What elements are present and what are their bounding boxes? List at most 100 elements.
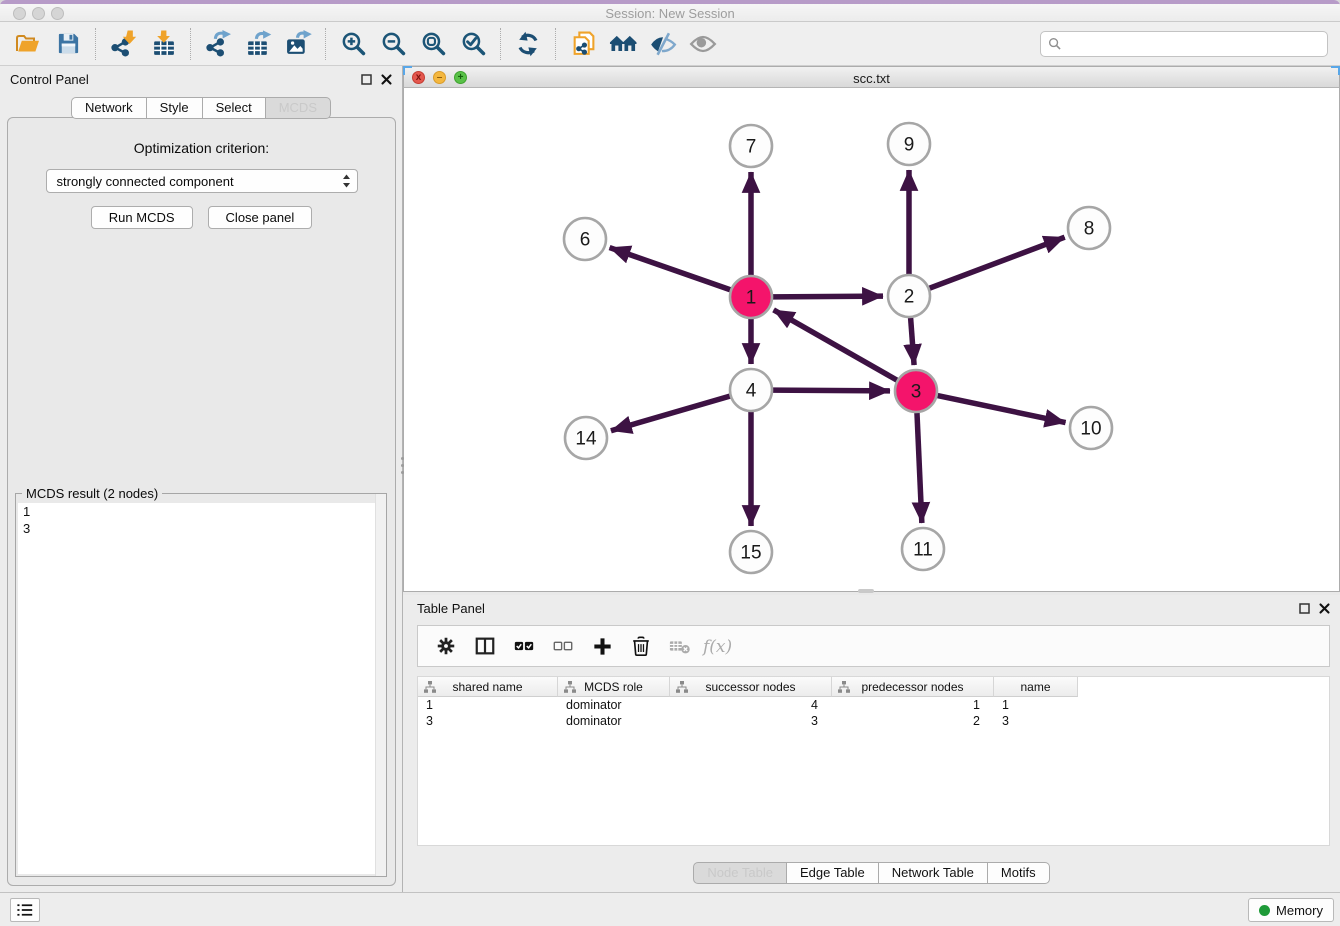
delete-rows-button[interactable]: [623, 629, 659, 663]
graph-edge-2-3[interactable]: [911, 318, 914, 365]
tab-motifs[interactable]: Motifs: [988, 862, 1050, 884]
search-input[interactable]: [1066, 34, 1327, 54]
graph-node-6[interactable]: 6: [564, 218, 606, 260]
function-builder-button[interactable]: f(x): [701, 629, 737, 663]
open-session-button[interactable]: [8, 25, 48, 63]
table-panel-tabs: Node TableEdge TableNetwork TableMotifs: [403, 862, 1340, 884]
import-table-button[interactable]: [143, 25, 183, 63]
table-row[interactable]: 3dominator323: [418, 713, 1329, 729]
tab-style[interactable]: Style: [147, 97, 203, 119]
table-cell[interactable]: dominator: [558, 697, 670, 713]
criterion-dropdown[interactable]: strongly connected component: [46, 169, 358, 193]
vertical-splitter-handle[interactable]: [399, 453, 405, 487]
zoom-out-button[interactable]: [373, 25, 413, 63]
graph-edge-1-6[interactable]: [610, 248, 731, 290]
graph-edge-4-14[interactable]: [611, 396, 730, 431]
zoom-selected-button[interactable]: [453, 25, 493, 63]
save-session-button[interactable]: [48, 25, 88, 63]
zoom-fit-button[interactable]: [413, 25, 453, 63]
run-mcds-button[interactable]: Run MCDS: [91, 206, 193, 229]
tab-select[interactable]: Select: [203, 97, 266, 119]
node-table-body: 1dominator4113dominator323: [418, 697, 1329, 729]
network-canvas-svg[interactable]: 7 9 6 8 1 2 4 3 14 10 15 11: [404, 88, 1339, 591]
table-cell[interactable]: 1: [994, 697, 1078, 713]
table-cell[interactable]: 1: [832, 697, 994, 713]
table-cell[interactable]: 3: [418, 713, 558, 729]
search-icon: [1048, 37, 1061, 50]
graph-node-8[interactable]: 8: [1068, 207, 1110, 249]
tab-network[interactable]: Network: [71, 97, 147, 119]
svg-text:4: 4: [746, 381, 757, 402]
select-all-button[interactable]: [506, 629, 542, 663]
column-header-predecessor-nodes[interactable]: predecessor nodes: [832, 677, 994, 697]
memory-label: Memory: [1276, 903, 1323, 918]
zoom-selected-icon: [460, 30, 487, 57]
apply-layout-button[interactable]: [508, 25, 548, 63]
graph-node-4[interactable]: 4: [730, 369, 772, 411]
table-cell[interactable]: 3: [994, 713, 1078, 729]
column-header-successor-nodes[interactable]: successor nodes: [670, 677, 832, 697]
graph-node-14[interactable]: 14: [565, 417, 607, 459]
hide-panels-button[interactable]: [643, 25, 683, 63]
export-table-button[interactable]: [238, 25, 278, 63]
table-cell[interactable]: dominator: [558, 713, 670, 729]
svg-text:f(x): f(x): [702, 637, 732, 657]
nested-networks-button[interactable]: [603, 25, 643, 63]
import-network-button[interactable]: [103, 25, 143, 63]
table-cell[interactable]: 2: [832, 713, 994, 729]
tab-mcds[interactable]: MCDS: [266, 97, 331, 119]
graph-node-15[interactable]: 15: [730, 531, 772, 573]
memory-button[interactable]: Memory: [1248, 898, 1334, 922]
graph-node-3[interactable]: 3: [895, 370, 937, 412]
tab-node-table[interactable]: Node Table: [693, 862, 787, 884]
graph-edge-4-3[interactable]: [773, 390, 890, 391]
delete-table-icon: [668, 635, 692, 657]
task-history-button[interactable]: [10, 898, 40, 922]
export-image-button[interactable]: [278, 25, 318, 63]
graph-edge-2-8[interactable]: [930, 237, 1065, 288]
column-header-MCDS-role[interactable]: MCDS role: [558, 677, 670, 697]
tab-network-table[interactable]: Network Table: [879, 862, 988, 884]
graph-node-2[interactable]: 2: [888, 275, 930, 317]
split-pane-icon: [474, 635, 496, 657]
table-cell[interactable]: 4: [670, 697, 832, 713]
table-cell[interactable]: 1: [418, 697, 558, 713]
deselect-all-button[interactable]: [545, 629, 581, 663]
graph-node-7[interactable]: 7: [730, 125, 772, 167]
graph-edge-1-2[interactable]: [773, 296, 883, 297]
search-field[interactable]: [1040, 31, 1328, 57]
graph-node-1[interactable]: 1: [730, 276, 772, 318]
close-panel-button[interactable]: [380, 73, 392, 85]
graph-edge-3-10[interactable]: [938, 396, 1066, 423]
result-scrollbar[interactable]: [375, 494, 386, 876]
horizontal-splitter-handle[interactable]: [858, 589, 874, 593]
table-settings-button[interactable]: [428, 629, 464, 663]
network-canvas[interactable]: 7 9 6 8 1 2 4 3 14 10 15 11: [403, 88, 1340, 592]
graph-edge-3-11[interactable]: [917, 413, 922, 523]
graph-edge-3-1[interactable]: [774, 310, 897, 380]
mcds-result-list[interactable]: 13: [18, 503, 384, 874]
graph-node-11[interactable]: 11: [902, 528, 944, 570]
export-network-button[interactable]: [198, 25, 238, 63]
tab-edge-table[interactable]: Edge Table: [787, 862, 879, 884]
inactive-eye-button[interactable]: [683, 25, 723, 63]
graph-node-9[interactable]: 9: [888, 123, 930, 165]
network-window-titlebar[interactable]: x – + scc.txt: [403, 66, 1340, 88]
graph-node-10[interactable]: 10: [1070, 407, 1112, 449]
delete-table-button[interactable]: [662, 629, 698, 663]
clone-network-button[interactable]: [563, 25, 603, 63]
close-table-panel-button[interactable]: [1318, 602, 1330, 614]
svg-text:10: 10: [1080, 419, 1101, 440]
table-cell[interactable]: 3: [670, 713, 832, 729]
column-header-shared-name[interactable]: shared name: [418, 677, 558, 697]
float-table-panel-button[interactable]: [1298, 602, 1310, 614]
column-header-name[interactable]: name: [994, 677, 1078, 697]
float-panel-button[interactable]: [360, 73, 372, 85]
table-row[interactable]: 1dominator411: [418, 697, 1329, 713]
export-table-icon: [245, 30, 272, 57]
close-panel-push-button[interactable]: Close panel: [208, 206, 313, 229]
split-view-button[interactable]: [467, 629, 503, 663]
tree-icon: [676, 681, 688, 693]
add-row-button[interactable]: [584, 629, 620, 663]
zoom-in-button[interactable]: [333, 25, 373, 63]
